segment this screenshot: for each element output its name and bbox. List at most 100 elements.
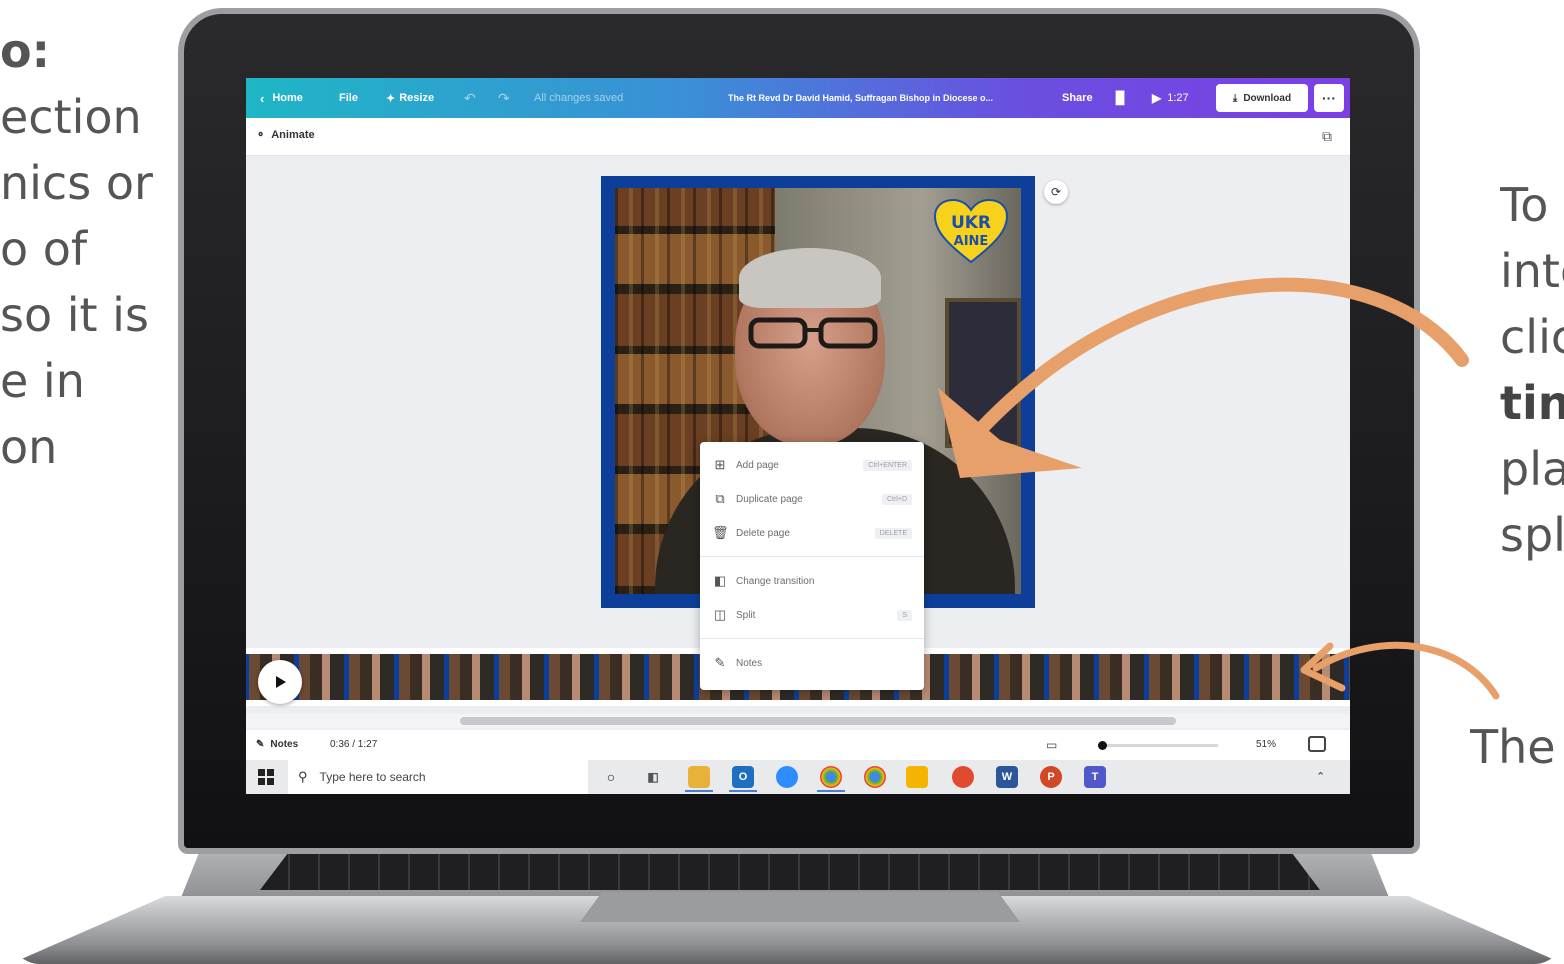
shortcut-badge: S	[897, 609, 912, 621]
menu-item-notes[interactable]: ✎ Notes	[700, 648, 924, 678]
editor-toolbar: ⚬ Animate ⧉	[246, 118, 1350, 156]
left-text-line: on	[0, 420, 58, 474]
analytics-icon[interactable]: ▉	[1116, 78, 1125, 118]
menu-item-label: Duplicate page	[736, 493, 803, 505]
playback-time: 0:36 / 1:27	[330, 739, 378, 750]
teams-icon[interactable]: T	[1084, 766, 1106, 788]
left-text-line: o of	[0, 222, 88, 276]
windows-taskbar: ⚲ Type here to search ○ ◧ O W P T ⌃	[246, 760, 1350, 794]
notes-label: Notes	[270, 739, 299, 750]
download-button[interactable]: ⤓ Download	[1216, 84, 1308, 112]
left-text-line: ection	[0, 90, 142, 144]
menu-item-add-page[interactable]: ⊞ Add page Ctrl+ENTER	[700, 450, 924, 480]
right-instruction-text: To inte clic tin pla spl	[1500, 172, 1564, 568]
scrollbar-thumb[interactable]	[460, 717, 1176, 725]
powerpoint-icon[interactable]: P	[1040, 766, 1062, 788]
rotate-icon[interactable]: ⟳	[1044, 180, 1068, 204]
ukraine-heart-badge: UKR AINE	[933, 198, 1009, 264]
laptop-screen: ‹ Home File ✦ Resize ↶ ↷ All changes sav…	[246, 78, 1350, 794]
menu-item-change-transition[interactable]: ◧ Change transition	[700, 566, 924, 596]
zoom-slider-knob[interactable]	[1098, 741, 1107, 750]
right-text-line: pla	[1500, 442, 1564, 496]
menu-item-delete-page[interactable]: 🗑 Delete page DELETE	[700, 518, 924, 548]
timeline-play-button[interactable]	[258, 660, 302, 704]
menu-item-label: Add page	[736, 459, 779, 471]
menu-divider	[700, 638, 924, 639]
active-indicator	[729, 790, 757, 792]
taskbar-search-input[interactable]: ⚲ Type here to search	[288, 760, 588, 794]
zoom-icon[interactable]	[776, 766, 798, 788]
active-indicator	[817, 790, 845, 792]
canva-topbar: ‹ Home File ✦ Resize ↶ ↷ All changes sav…	[246, 78, 1350, 118]
right-text-line: To	[1500, 178, 1549, 232]
home-label: Home	[272, 92, 303, 104]
chevron-up-icon[interactable]: ⌃	[1316, 770, 1325, 783]
notes-icon: ✎	[256, 739, 265, 750]
animate-label: Animate	[271, 128, 315, 141]
transition-icon: ◧	[713, 573, 727, 588]
shortcut-badge: Ctrl+ENTER	[863, 459, 912, 471]
duplicate-icon: ⧉	[715, 491, 725, 506]
word-icon[interactable]: W	[996, 766, 1018, 788]
chevron-left-icon: ‹	[260, 90, 265, 106]
display-icon[interactable]: ▭	[1046, 738, 1057, 752]
animate-icon: ⚬	[256, 129, 266, 141]
animate-button[interactable]: ⚬ Animate	[256, 128, 315, 142]
menu-item-label: Delete page	[736, 527, 790, 539]
home-button[interactable]: ‹ Home	[260, 78, 303, 118]
right-text-line: clic	[1500, 310, 1564, 364]
zoom-slider[interactable]	[1098, 741, 1218, 750]
laptop-trackpad	[580, 892, 1020, 922]
menu-item-label: Notes	[736, 657, 763, 669]
share-button[interactable]: Share	[1062, 78, 1093, 118]
chrome-red-icon[interactable]	[952, 766, 974, 788]
zoom-percent[interactable]: 51%	[1256, 739, 1276, 750]
wall-picture	[945, 298, 1021, 448]
timeline-caption-text: The	[1470, 720, 1556, 774]
more-options-button[interactable]: ···	[1314, 84, 1344, 112]
right-text-line: inte	[1500, 244, 1564, 298]
search-placeholder: Type here to search	[319, 770, 426, 784]
chrome-icon[interactable]	[820, 766, 842, 788]
undo-icon[interactable]: ↶	[464, 78, 476, 118]
right-text-line: tin	[1500, 376, 1564, 430]
resize-button[interactable]: ✦ Resize	[386, 78, 434, 118]
download-icon: ⤓	[1232, 92, 1238, 104]
editor-footer: ✎ Notes 0:36 / 1:27 ▭ 51%	[246, 730, 1350, 760]
play-icon: ▶	[1152, 91, 1162, 105]
grid-view-icon[interactable]	[1308, 736, 1326, 752]
redo-icon[interactable]: ↷	[498, 78, 510, 118]
left-text-line: o:	[0, 24, 50, 78]
shortcut-badge: DELETE	[874, 527, 912, 539]
shortcut-badge: Ctrl+D	[881, 493, 912, 505]
cortana-icon[interactable]: ○	[600, 766, 622, 788]
menu-item-duplicate-page[interactable]: ⧉ Duplicate page Ctrl+D	[700, 484, 924, 514]
notes-button[interactable]: ✎ Notes	[256, 739, 298, 750]
sticky-notes-icon[interactable]	[906, 766, 928, 788]
timeline-scrollbar[interactable]	[246, 714, 1350, 728]
add-page-icon: ⊞	[714, 457, 726, 472]
task-view-icon[interactable]: ◧	[642, 766, 664, 788]
svg-text:AINE: AINE	[954, 234, 989, 249]
file-menu[interactable]: File	[339, 78, 358, 118]
active-indicator	[685, 790, 713, 792]
design-title[interactable]: The Rt Revd Dr David Hamid, Suffragan Bi…	[728, 78, 993, 118]
file-explorer-icon[interactable]	[688, 766, 710, 788]
save-status: All changes saved	[534, 92, 624, 104]
left-instruction-text: o: ection nics or o of so it is e in on	[0, 18, 170, 480]
left-text-line: so it is	[0, 288, 149, 342]
svg-text:UKR: UKR	[951, 213, 991, 233]
download-label: Download	[1243, 92, 1292, 104]
present-button[interactable]: ▶ 1:27	[1152, 78, 1189, 118]
laptop-keyboard	[260, 848, 1320, 890]
left-text-line: nics or	[0, 156, 153, 210]
menu-item-split[interactable]: ◫ Split S	[700, 600, 924, 630]
present-time: 1:27	[1167, 92, 1189, 104]
outlook-icon[interactable]: O	[732, 766, 754, 788]
windows-start-icon[interactable]	[258, 769, 274, 785]
trash-icon: 🗑	[712, 525, 729, 540]
left-text-line: e in	[0, 354, 85, 408]
notes-icon: ✎	[714, 655, 726, 670]
chrome-profile-icon[interactable]	[864, 766, 886, 788]
add-page-icon[interactable]: ⧉	[1322, 128, 1338, 144]
